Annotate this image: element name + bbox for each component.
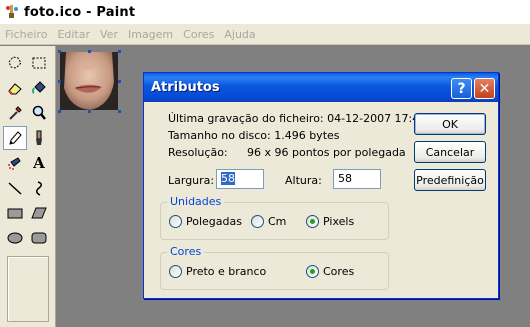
radio-black-white-circle (169, 265, 182, 278)
radio-cm[interactable]: Cm (251, 215, 286, 228)
rectangle-icon[interactable] (3, 201, 27, 225)
resolution-value: 96 x 96 pontos por polegada (247, 146, 406, 159)
selection-handle[interactable] (88, 50, 91, 53)
menu-help[interactable]: Ajuda (219, 28, 260, 41)
canvas-image[interactable] (60, 52, 118, 110)
window-title-bar: foto.ico - Paint (0, 0, 530, 24)
polygon-icon[interactable] (27, 201, 51, 225)
menu-bar: Ficheiro Editar Ver Imagem Cores Ajuda (0, 24, 530, 45)
dialog-title-bar[interactable]: Atributos ? ✕ (144, 73, 498, 102)
fill-bucket-icon[interactable] (27, 76, 51, 100)
width-value: 58 (221, 172, 235, 185)
selection-handle[interactable] (118, 50, 121, 53)
units-group-title: Unidades (167, 195, 225, 208)
curve-icon[interactable] (27, 176, 51, 200)
width-field[interactable]: 58 (216, 169, 264, 189)
tool-options-box[interactable] (7, 256, 49, 322)
ok-button[interactable]: OK (414, 113, 486, 135)
menu-colors[interactable]: Cores (178, 28, 219, 41)
selection-handle[interactable] (58, 50, 61, 53)
disk-size-text: Tamanho no disco: 1.496 bytes (168, 129, 340, 142)
radio-pixels[interactable]: Pixels (306, 215, 354, 228)
radio-inches[interactable]: Polegadas (169, 215, 242, 228)
selection-handle[interactable] (118, 80, 121, 83)
radio-inches-circle (169, 215, 182, 228)
menu-view[interactable]: Ver (95, 28, 123, 41)
radio-pixels-label: Pixels (323, 215, 355, 228)
radio-colors-circle (306, 265, 319, 278)
radio-black-white-label: Preto e branco (186, 265, 267, 278)
height-value: 58 (338, 172, 352, 185)
selection-handle[interactable] (58, 110, 61, 113)
radio-cm-circle (251, 215, 264, 228)
last-saved-text: Última gravação do ficheiro: 04-12-2007 … (168, 112, 427, 125)
selection-handle[interactable] (58, 80, 61, 83)
radio-inches-label: Polegadas (186, 215, 242, 228)
face-photo (60, 52, 118, 110)
rounded-rect-icon[interactable] (27, 226, 51, 250)
help-button[interactable]: ? (451, 78, 472, 99)
resolution-label: Resolução: (168, 146, 228, 159)
colors-group: Cores Preto e branco Cores (160, 245, 389, 290)
menu-file[interactable]: Ficheiro (0, 28, 52, 41)
colors-group-title: Cores (167, 245, 205, 258)
radio-colors[interactable]: Cores (306, 265, 354, 278)
dialog-title: Atributos (151, 80, 220, 95)
cancel-button[interactable]: Cancelar (414, 141, 486, 163)
pencil-icon[interactable] (3, 126, 27, 150)
height-field[interactable]: 58 (333, 169, 381, 189)
menu-edit[interactable]: Editar (52, 28, 95, 41)
color-picker-icon[interactable] (3, 101, 27, 125)
rect-select-icon[interactable] (27, 51, 51, 75)
menu-image[interactable]: Imagem (123, 28, 178, 41)
selection-handle[interactable] (88, 110, 91, 113)
toolbox: A (0, 46, 56, 327)
paint-app-icon (6, 5, 18, 18)
default-button[interactable]: Predefinição (414, 169, 486, 191)
units-group: Unidades Polegadas Cm Pixels (160, 195, 389, 240)
selection-handle[interactable] (118, 110, 121, 113)
radio-black-white[interactable]: Preto e branco (169, 265, 266, 278)
eraser-icon[interactable] (3, 76, 27, 100)
magnifier-icon[interactable] (27, 101, 51, 125)
attributes-dialog: Atributos ? ✕ Última gravação do ficheir… (143, 72, 499, 299)
line-icon[interactable] (3, 176, 27, 200)
close-button[interactable]: ✕ (474, 78, 495, 99)
height-label: Altura: (285, 174, 322, 187)
brush-icon[interactable] (27, 126, 51, 150)
ellipse-icon[interactable] (3, 226, 27, 250)
width-label: Largura: (168, 174, 215, 187)
radio-cm-label: Cm (268, 215, 287, 228)
radio-pixels-circle (306, 215, 319, 228)
radio-colors-label: Cores (323, 265, 355, 278)
free-select-icon[interactable] (3, 51, 27, 75)
text-icon[interactable]: A (27, 151, 51, 175)
window-title: foto.ico - Paint (24, 4, 136, 20)
airbrush-icon[interactable] (3, 151, 27, 175)
